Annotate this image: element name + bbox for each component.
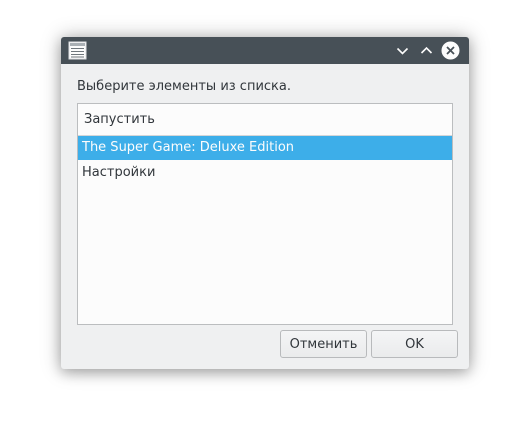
list-item[interactable]: Настройки [78,161,452,185]
list-column-header[interactable]: Запустить [78,104,452,136]
list-item-label: The Super Game: Deluxe Edition [82,140,295,155]
close-icon [441,41,460,60]
prompt-label: Выберите элементы из списка. [77,79,292,94]
dialog-window: Выберите элементы из списка. Запустить T… [61,37,469,369]
list-item-label: Настройки [82,165,156,180]
chevron-down-icon [396,47,409,55]
minimize-button[interactable] [393,41,412,60]
chevron-up-icon [420,46,433,54]
maximize-button[interactable] [417,41,436,60]
title-bar[interactable] [61,37,469,64]
cancel-button[interactable]: Отменить [280,330,367,358]
list-window-icon[interactable] [68,41,87,60]
close-button[interactable] [441,41,460,60]
item-list[interactable]: Запустить The Super Game: Deluxe Edition… [77,103,453,325]
ok-button[interactable]: OK [371,330,458,358]
list-item[interactable]: The Super Game: Deluxe Edition [78,136,452,160]
list-column-header-label: Запустить [84,112,155,127]
